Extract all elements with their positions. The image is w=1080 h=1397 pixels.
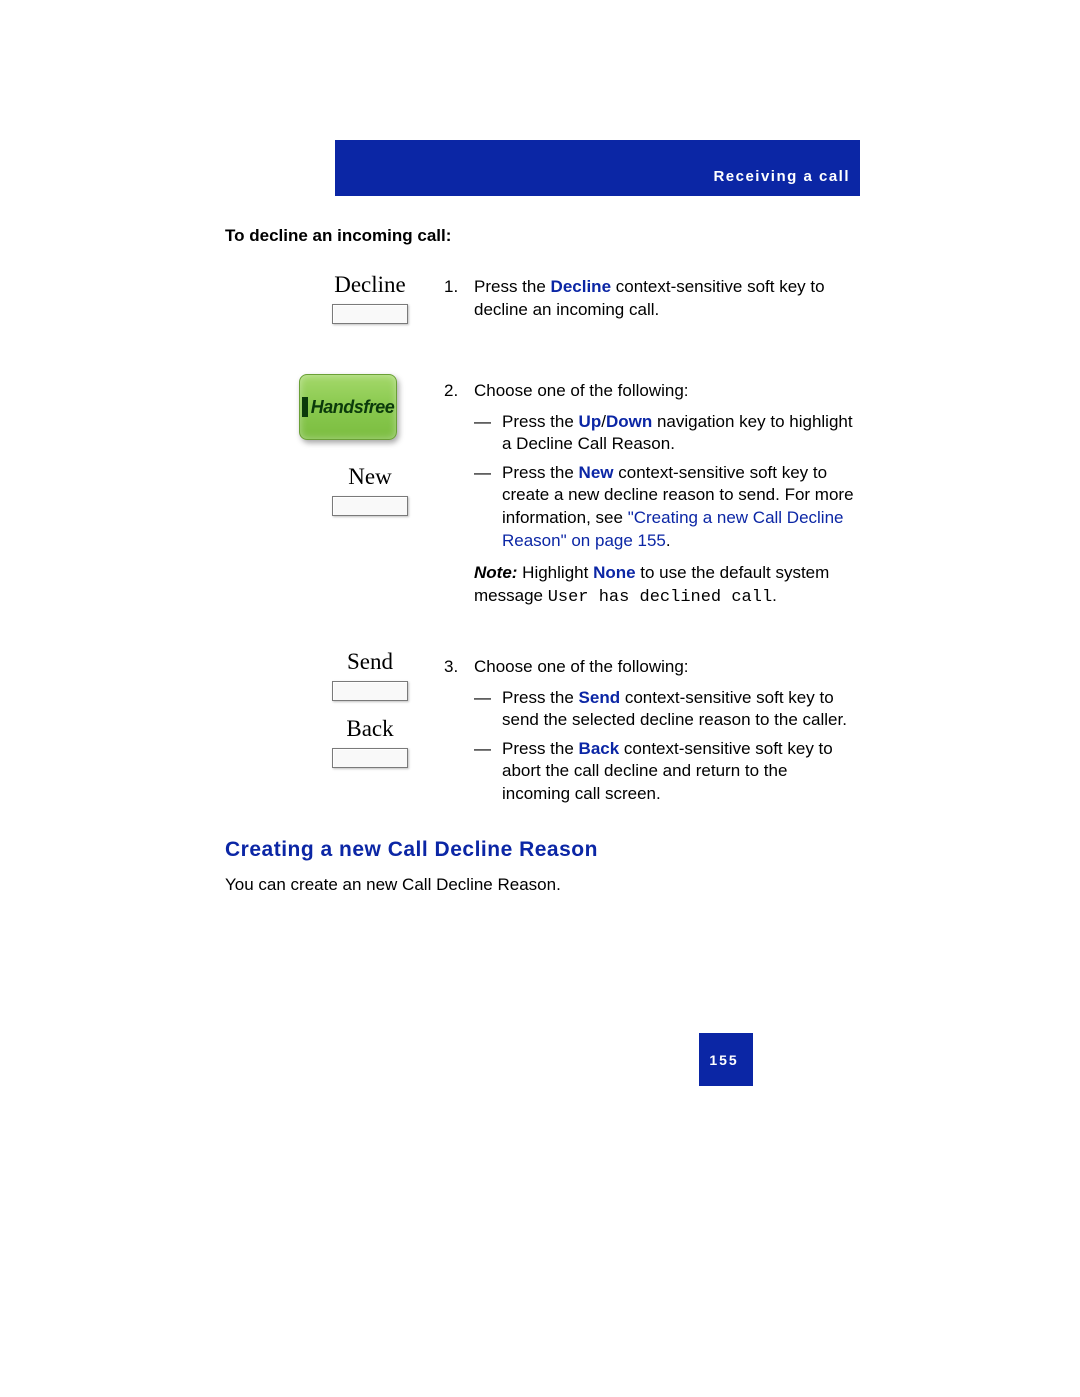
text: Press the: [502, 412, 579, 431]
text: Highlight: [517, 563, 593, 582]
text: Press the: [502, 739, 579, 758]
softkey-send: Send: [300, 649, 440, 701]
softkey-label: Back: [300, 716, 440, 742]
keyword: Back: [579, 739, 620, 758]
softkey-label: New: [300, 464, 440, 490]
dash: —: [474, 738, 502, 806]
keyword: Down: [606, 412, 652, 431]
handsfree-label: Handsfree: [302, 397, 395, 418]
keyword: New: [579, 463, 614, 482]
text: .: [772, 586, 777, 605]
substep-a: Press the Send context-sensitive soft ke…: [502, 687, 860, 732]
step-text: Press the Decline context-sensitive soft…: [474, 276, 860, 321]
softkey-new: New: [300, 464, 440, 516]
note-label: Note:: [474, 563, 517, 582]
softkey-back: Back: [300, 716, 440, 768]
dash: —: [474, 687, 502, 732]
text: Press the: [502, 463, 579, 482]
page-number: 155: [699, 1033, 753, 1086]
section-header: Receiving a call: [713, 168, 850, 185]
note: Note: Highlight None to use the default …: [474, 562, 860, 609]
substep-b: Press the Back context-sensitive soft ke…: [502, 738, 860, 806]
handsfree-key: Handsfree: [299, 374, 399, 440]
keyword: Up: [579, 412, 602, 431]
text: Press the: [474, 277, 551, 296]
step-intro: Choose one of the following:: [474, 656, 860, 679]
body-paragraph: You can create an new Call Decline Reaso…: [225, 875, 561, 895]
softkey-icon: [332, 304, 408, 324]
step-3: 3. Choose one of the following: — Press …: [444, 656, 860, 812]
dash: —: [474, 462, 502, 552]
step-number: 3.: [444, 656, 474, 679]
text: Press the: [502, 688, 579, 707]
step-2: 2. Choose one of the following: — Press …: [444, 380, 860, 609]
keyword: None: [593, 563, 636, 582]
system-message: User has declined call: [548, 588, 772, 607]
softkey-icon: [332, 681, 408, 701]
softkey-label: Send: [300, 649, 440, 675]
dash: —: [474, 411, 502, 456]
softkey-icon: [332, 748, 408, 768]
softkey-icon: [332, 496, 408, 516]
step-intro: Choose one of the following:: [474, 380, 860, 403]
substep-a: Press the Up/Down navigation key to high…: [502, 411, 860, 456]
softkey-label: Decline: [300, 272, 440, 298]
handsfree-text: Handsfree: [311, 397, 395, 418]
speaker-icon: [302, 397, 308, 417]
keyword: Send: [579, 688, 621, 707]
step-1: 1. Press the Decline context-sensitive s…: [444, 276, 860, 329]
text: .: [666, 531, 671, 550]
keyword: Decline: [551, 277, 611, 296]
document-page: Receiving a call To decline an incoming …: [0, 0, 1080, 1397]
handsfree-button-icon: Handsfree: [299, 374, 397, 440]
step-number: 2.: [444, 380, 474, 403]
procedure-title: To decline an incoming call:: [225, 226, 451, 246]
step-number: 1.: [444, 276, 474, 321]
substep-b: Press the New context-sensitive soft key…: [502, 462, 860, 552]
section-heading: Creating a new Call Decline Reason: [225, 838, 598, 862]
softkey-decline: Decline: [300, 272, 440, 324]
